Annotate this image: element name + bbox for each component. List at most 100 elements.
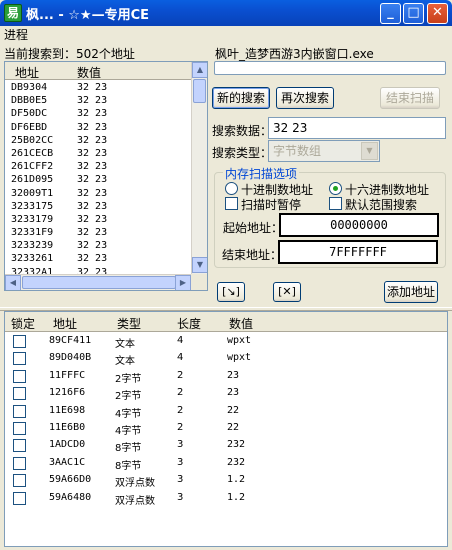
lock-checkbox[interactable] [13, 404, 26, 418]
table-row[interactable]: 3AAC1C 8字节 3 232 [5, 455, 447, 472]
table-row[interactable]: 1216F6 2字节 2 23 [5, 385, 447, 402]
results-header-value[interactable]: 数值 [77, 64, 101, 81]
results-list[interactable]: 地址 数值 DB9304 32 23 DBB0E5 32 23 DF50DC 32 23 D… [4, 61, 208, 291]
add-selected-arrow-button[interactable]: [↘] [217, 282, 245, 302]
maximize-button[interactable]: □ [403, 3, 424, 24]
list-item[interactable]: 261CFF2 32 23 [5, 160, 191, 173]
cell-type: 2字节 [115, 373, 142, 385]
table-row[interactable]: 11E6B0 4字节 2 22 [5, 420, 447, 437]
end-scan-button[interactable]: 结束扫描 [380, 87, 440, 109]
cell-length: 2 [177, 369, 184, 381]
address-table-header: 锁定 地址 类型 长度 数值 [5, 312, 447, 332]
cell-value: 22 [227, 404, 240, 416]
address-table[interactable]: 锁定 地址 类型 长度 数值 89CF411 文本 4 wpxt 89D040B 文本 4 w… [4, 311, 448, 547]
lock-checkbox[interactable] [13, 491, 26, 505]
minimize-button[interactable]: _ [380, 3, 401, 24]
lock-checkbox[interactable] [13, 335, 26, 348]
list-item[interactable]: 3233239 32 23 [5, 239, 191, 252]
list-item-address: 261D095 [11, 174, 54, 186]
scroll-down-arrow-icon[interactable]: ▼ [192, 257, 207, 273]
list-item-address: 261CECB [11, 147, 54, 159]
header-length[interactable]: 长度 [177, 315, 201, 332]
results-hscroll-thumb[interactable] [22, 276, 176, 289]
list-item-value: 32 23 [77, 253, 108, 265]
table-row[interactable]: 89D040B 文本 4 wpxt [5, 350, 447, 367]
scan-value-label: 搜索数据： [212, 124, 273, 138]
lock-checkbox[interactable] [13, 387, 26, 401]
list-item[interactable]: DF50DC 32 23 [5, 107, 191, 120]
header-lock[interactable]: 锁定 [11, 315, 35, 332]
scan-type-value: 字节数组 [273, 144, 322, 158]
list-item[interactable]: DB9304 32 23 [5, 81, 191, 94]
cell-address: 11E698 [49, 404, 86, 416]
header-type[interactable]: 类型 [117, 315, 141, 332]
end-address-input[interactable]: 7FFFFFFF [278, 240, 438, 264]
lock-checkbox[interactable] [13, 439, 26, 453]
lock-checkbox[interactable] [13, 422, 26, 435]
results-hscroll[interactable]: ◀ ▶ [5, 274, 191, 290]
list-item-address: 3233239 [11, 240, 54, 252]
start-address-input[interactable]: 00000000 [279, 213, 439, 237]
list-item[interactable]: DBB0E5 32 23 [5, 94, 191, 107]
table-row[interactable]: 11E698 4字节 2 22 [5, 403, 447, 420]
new-scan-button[interactable]: 新的搜索 [212, 87, 270, 109]
lock-checkbox[interactable] [13, 474, 26, 488]
cell-address: 1ADCD0 [49, 439, 86, 451]
cell-value: 23 [227, 369, 240, 381]
cell-value: 232 [227, 456, 246, 468]
add-address-button[interactable]: 添加地址 [384, 281, 438, 303]
menu-process[interactable]: 进程 [4, 26, 28, 44]
list-item[interactable]: 32331F9 32 23 [5, 226, 191, 239]
clear-list-button[interactable]: [✕] [273, 282, 301, 302]
header-address[interactable]: 地址 [53, 315, 77, 332]
list-item[interactable]: 25B02CC 32 23 [5, 134, 191, 147]
table-row[interactable]: 59A6480 双浮点数 3 1.2 [5, 490, 447, 507]
scan-type-select[interactable]: 字节数组 ▼ [268, 140, 380, 162]
list-item-address: DBB0E5 [11, 95, 48, 107]
list-item[interactable]: 3233261 32 23 [5, 252, 191, 265]
scroll-left-arrow-icon[interactable]: ◀ [5, 275, 21, 290]
end-address-label: 结束地址： [222, 248, 283, 262]
table-row[interactable]: 89CF411 文本 4 wpxt [5, 333, 447, 350]
list-item[interactable]: 3233179 32 23 [5, 213, 191, 226]
scroll-right-arrow-icon[interactable]: ▶ [175, 275, 191, 290]
scroll-up-arrow-icon[interactable]: ▲ [192, 62, 207, 78]
cell-length: 3 [177, 439, 184, 451]
table-row[interactable]: 1ADCD0 8字节 3 232 [5, 437, 447, 455]
chevron-down-icon[interactable]: ▼ [361, 142, 378, 160]
lock-checkbox[interactable] [13, 369, 26, 383]
list-item[interactable]: 261D095 32 23 [5, 173, 191, 186]
cell-address: 59A66D0 [49, 474, 92, 486]
title-bar[interactable]: 易 枫... - ☆★—专用CE _ □ ✕ [0, 0, 452, 26]
pause-checkbox[interactable] [225, 197, 238, 210]
cell-value: wpxt [227, 352, 252, 364]
list-item[interactable]: 32009T1 32 23 [5, 187, 191, 200]
cell-type: 8字节 [115, 443, 142, 455]
cell-address: 89CF411 [49, 335, 92, 346]
results-vscroll-thumb[interactable] [193, 79, 206, 103]
cell-address: 1216F6 [49, 387, 86, 399]
close-button[interactable]: ✕ [427, 3, 448, 24]
results-header-address[interactable]: 地址 [15, 64, 39, 81]
default-range-checkbox[interactable] [329, 197, 342, 210]
list-item-value: 32 23 [77, 213, 108, 225]
list-item-address: 32009T1 [11, 187, 54, 199]
list-item-address: DB9304 [11, 82, 48, 93]
table-row[interactable]: 59A66D0 双浮点数 3 1.2 [5, 472, 447, 490]
list-item-value: 32 23 [77, 147, 108, 159]
decimal-radio[interactable] [225, 182, 238, 195]
cell-type: 双浮点数 [115, 478, 155, 490]
lock-checkbox[interactable] [13, 456, 26, 470]
list-item[interactable]: 261CECB 32 23 [5, 147, 191, 160]
list-item[interactable]: DF6EBD 32 23 [5, 121, 191, 134]
next-scan-button[interactable]: 再次搜索 [276, 87, 334, 109]
scan-value-input[interactable]: 32 23 [268, 117, 446, 139]
results-vscroll[interactable]: ▲ ▼ [191, 62, 207, 274]
cell-length: 2 [177, 387, 184, 399]
hex-radio[interactable] [329, 182, 342, 195]
header-value[interactable]: 数值 [229, 315, 253, 332]
window-title: 枫... - ☆★—专用CE [26, 8, 149, 23]
list-item[interactable]: 3233175 32 23 [5, 200, 191, 213]
table-row[interactable]: 11FFFC 2字节 2 23 [5, 368, 447, 385]
lock-checkbox[interactable] [13, 352, 26, 366]
